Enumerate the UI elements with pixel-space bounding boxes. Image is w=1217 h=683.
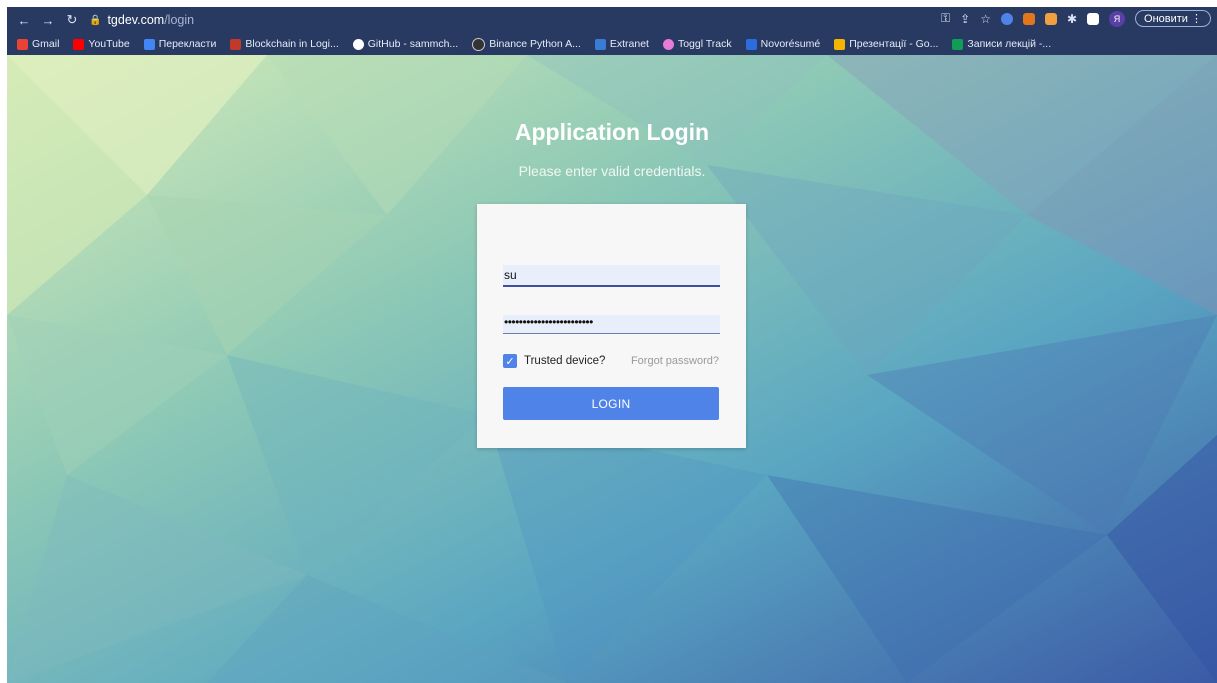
update-button[interactable]: Оновити ⋮ — [1135, 10, 1211, 27]
bookmark-item[interactable]: Blockchain in Logi... — [230, 38, 339, 50]
puzzle-icon[interactable]: ✱ — [1067, 12, 1077, 26]
bookmark-item[interactable]: GitHub - sammch... — [352, 38, 459, 50]
trusted-device-label[interactable]: Trusted device? — [524, 355, 605, 367]
login-button-label: LOGIN — [591, 396, 631, 411]
bookmark-label: Novorésumé — [760, 38, 821, 50]
bookmark-label: Extranet — [609, 38, 649, 50]
bookmark-item[interactable]: Презентації - Go... — [834, 38, 938, 50]
key-icon[interactable]: ⚿ — [941, 11, 950, 26]
extension-icon[interactable] — [1044, 12, 1057, 25]
bookmark-label: Записи лекцій -... — [967, 38, 1052, 50]
address-bar-row: ← → ↻ 🔒 tgdev.com/login ⚿ ⇪ ☆ ✱ Я Оновит… — [7, 7, 1217, 33]
novoresume-icon — [745, 38, 757, 50]
blockchain-icon — [230, 38, 242, 50]
metamask-icon[interactable] — [1022, 12, 1035, 25]
password-field[interactable]: •••••••••••••••••••••••• — [503, 315, 720, 334]
bookmark-item[interactable]: YouTube — [73, 38, 130, 50]
url-field[interactable]: 🔒 tgdev.com/login — [89, 13, 194, 27]
trusted-device-checkbox[interactable]: ✓ — [503, 354, 517, 368]
bookmark-item[interactable]: Записи лекцій -... — [952, 38, 1051, 50]
page-title: Application Login — [514, 119, 710, 145]
forgot-password-link[interactable]: Forgot password? — [631, 355, 719, 367]
bookmark-item[interactable]: Gmail — [17, 38, 59, 50]
github-icon — [352, 38, 364, 50]
lock-icon: 🔒 — [89, 14, 102, 26]
page-content: Application Login Please enter valid cre… — [7, 55, 1217, 683]
page-subtitle: Please enter valid credentials. — [518, 163, 706, 179]
avatar[interactable]: Я — [1109, 10, 1126, 27]
options-row: ✓ Trusted device? Forgot password? — [503, 354, 719, 368]
url-path: /login — [164, 13, 195, 27]
toolbar-right: ⚿ ⇪ ☆ ✱ Я Оновити ⋮ — [941, 10, 1211, 27]
nav-buttons: ← → ↻ — [7, 12, 79, 28]
username-field[interactable]: su — [503, 265, 720, 287]
browser-window: ← → ↻ 🔒 tgdev.com/login ⚿ ⇪ ☆ ✱ Я Оновит… — [7, 7, 1217, 683]
gmail-icon — [17, 38, 28, 50]
bookmark-label: YouTube — [88, 38, 130, 50]
google-drive-icon — [834, 38, 846, 50]
login-button[interactable]: LOGIN — [503, 387, 719, 420]
login-card: su •••••••••••••••••••••••• ✓ Trusted de… — [477, 204, 746, 448]
extranet-icon — [594, 38, 606, 50]
toggl-icon — [662, 38, 674, 50]
bookmark-item[interactable]: Перекласти — [143, 38, 217, 50]
bookmark-label: Перекласти — [158, 38, 217, 50]
bookmark-label: Blockchain in Logi... — [245, 38, 339, 50]
translate-icon — [143, 38, 155, 50]
binance-icon — [472, 37, 486, 51]
extension-icon[interactable] — [1000, 12, 1013, 25]
sidepanel-icon[interactable] — [1087, 12, 1100, 25]
bookmark-label: Gmail — [32, 38, 60, 50]
bookmark-label: Презентації - Go... — [849, 38, 939, 50]
bookmark-item[interactable]: Extranet — [594, 38, 649, 50]
share-icon[interactable]: ⇪ — [960, 12, 970, 26]
bookmark-label: Binance Python A... — [489, 38, 581, 50]
bookmark-item[interactable]: Novorésumé — [745, 38, 821, 50]
update-label: Оновити — [1144, 13, 1188, 25]
bookmark-item[interactable]: Toggl Track — [662, 38, 732, 50]
reload-icon[interactable]: ↻ — [65, 12, 79, 28]
back-arrow-icon[interactable]: ← — [17, 13, 31, 28]
google-drive-icon — [952, 38, 964, 50]
bookmark-label: GitHub - sammch... — [367, 38, 459, 50]
star-icon[interactable]: ☆ — [980, 12, 991, 26]
youtube-icon — [73, 38, 85, 50]
forward-arrow-icon[interactable]: → — [41, 13, 55, 28]
url-host: tgdev.com — [107, 13, 165, 27]
bookmark-item[interactable]: Binance Python A... — [472, 37, 581, 51]
bookmark-label: Toggl Track — [677, 38, 732, 50]
bookmarks-bar: Gmail YouTube Перекласти Blockchain in L… — [7, 33, 1217, 55]
